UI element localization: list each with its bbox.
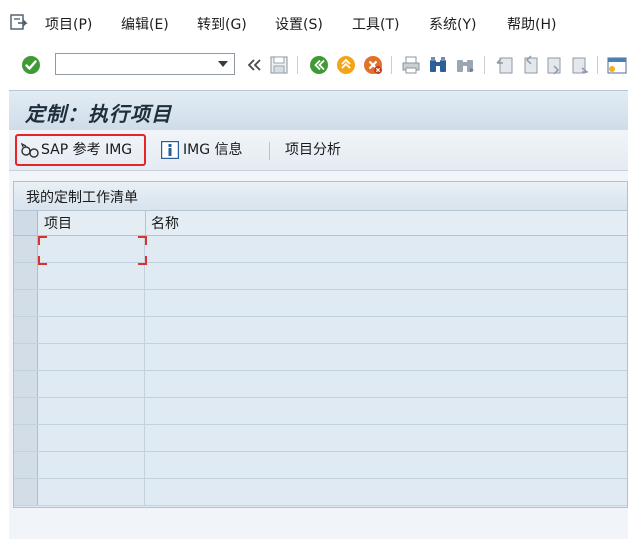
column-header-name[interactable]: 名称 xyxy=(151,213,179,233)
table-cell-project[interactable] xyxy=(38,371,145,397)
table-row[interactable] xyxy=(14,317,627,344)
table-cell-project[interactable] xyxy=(38,236,145,262)
table-row[interactable] xyxy=(14,236,627,263)
double-chevron-left-icon[interactable] xyxy=(243,54,265,76)
select-all-button[interactable] xyxy=(14,211,38,235)
table-cell-project[interactable] xyxy=(38,263,145,289)
row-selector[interactable] xyxy=(14,317,38,343)
table-row[interactable] xyxy=(14,371,627,398)
toolbar-separator xyxy=(297,56,298,74)
cell-focus-marker xyxy=(138,256,147,265)
row-selector[interactable] xyxy=(14,398,38,424)
last-page-icon[interactable] xyxy=(569,54,591,76)
first-page-icon[interactable] xyxy=(494,54,516,76)
cell-focus-marker xyxy=(138,236,147,245)
menu-item-tools[interactable]: 工具(T) xyxy=(352,15,399,35)
table-cell-project[interactable] xyxy=(38,479,145,505)
table-row[interactable] xyxy=(14,398,627,425)
toolbar-separator xyxy=(269,142,270,160)
row-selector[interactable] xyxy=(14,344,38,370)
exit-icon[interactable] xyxy=(335,54,357,76)
sap-reference-img-label: SAP 参考 IMG xyxy=(41,142,133,158)
toolbar-separator xyxy=(597,56,598,74)
row-selector[interactable] xyxy=(14,290,38,316)
project-analysis-label: 项目分析 xyxy=(285,142,341,158)
column-header-project[interactable]: 项目 xyxy=(44,213,72,233)
table-title-bar: 我的定制工作清单 xyxy=(14,182,627,211)
cell-focus-marker xyxy=(38,256,47,265)
row-selector[interactable] xyxy=(14,263,38,289)
column-header-row: 项目 名称 xyxy=(14,211,627,236)
save-icon[interactable] xyxy=(268,54,290,76)
menu-item-goto[interactable]: 转到(G) xyxy=(197,15,247,35)
table-cell-project[interactable] xyxy=(38,344,145,370)
next-page-icon[interactable] xyxy=(544,54,566,76)
table-row[interactable] xyxy=(14,263,627,290)
command-input[interactable] xyxy=(58,55,208,73)
work-area: 我的定制工作清单 项目 名称 xyxy=(9,171,628,539)
glasses-icon xyxy=(20,142,39,158)
column-divider xyxy=(145,211,146,235)
table-row[interactable] xyxy=(14,479,627,506)
check-icon[interactable] xyxy=(20,54,42,76)
table-row[interactable] xyxy=(14,425,627,452)
row-selector[interactable] xyxy=(14,425,38,451)
standard-toolbar xyxy=(0,48,628,84)
application-toolbar: SAP 参考 IMG IMG 信息 项目分析 xyxy=(9,130,628,171)
menu-item-edit[interactable]: 编辑(E) xyxy=(121,15,169,35)
table-title: 我的定制工作清单 xyxy=(26,190,138,206)
row-selector[interactable] xyxy=(14,479,38,505)
chevron-down-icon[interactable] xyxy=(218,61,228,67)
table-cell-project[interactable] xyxy=(38,425,145,451)
create-session-icon[interactable] xyxy=(606,54,628,76)
prev-page-icon[interactable] xyxy=(519,54,541,76)
project-analysis-button[interactable]: 项目分析 xyxy=(285,138,341,162)
table-cell-project[interactable] xyxy=(38,398,145,424)
back-icon[interactable] xyxy=(308,54,330,76)
customizing-worklist-table: 我的定制工作清单 项目 名称 xyxy=(13,181,628,508)
command-field[interactable] xyxy=(55,53,235,75)
cancel-icon[interactable] xyxy=(362,54,384,76)
find-next-icon[interactable] xyxy=(454,54,476,76)
page-title: 定制：执行项目 xyxy=(25,102,172,126)
title-bar: 定制：执行项目 xyxy=(9,90,628,131)
table-row[interactable] xyxy=(14,290,627,317)
menu-bar: 项目(P) 编辑(E) 转到(G) 设置(S) 工具(T) 系统(Y) 帮助(H… xyxy=(0,0,628,48)
table-cell-project[interactable] xyxy=(38,317,145,343)
table-body xyxy=(14,236,627,507)
row-selector[interactable] xyxy=(14,452,38,478)
table-row[interactable] xyxy=(14,344,627,371)
menu-item-help[interactable]: 帮助(H) xyxy=(507,15,556,35)
menu-item-settings[interactable]: 设置(S) xyxy=(275,15,323,35)
toolbar-separator xyxy=(484,56,485,74)
table-cell-project[interactable] xyxy=(38,290,145,316)
menu-item-system[interactable]: 系统(Y) xyxy=(429,15,476,35)
find-icon[interactable] xyxy=(427,54,449,76)
print-icon[interactable] xyxy=(400,54,422,76)
row-selector[interactable] xyxy=(14,371,38,397)
toolbar-separator xyxy=(391,56,392,74)
img-info-label: IMG 信息 xyxy=(183,142,243,158)
cell-focus-marker xyxy=(38,236,47,245)
table-row[interactable] xyxy=(14,452,627,479)
menu-expand-icon[interactable] xyxy=(9,13,29,33)
menu-item-project[interactable]: 项目(P) xyxy=(45,15,92,35)
row-selector[interactable] xyxy=(14,236,38,262)
table-cell-project[interactable] xyxy=(38,452,145,478)
info-icon xyxy=(161,141,179,159)
